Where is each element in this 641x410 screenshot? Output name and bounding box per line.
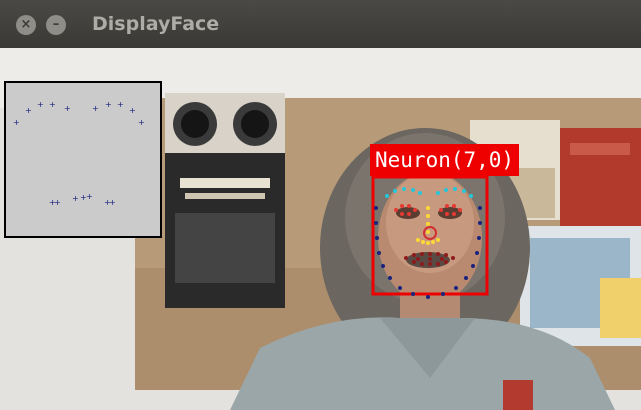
svg-text:+: + xyxy=(138,118,145,127)
app-window: × – DisplayFace Neuron(7,0) + + + + + + … xyxy=(0,0,641,410)
svg-text:+: + xyxy=(37,100,44,109)
svg-text:+: + xyxy=(13,118,20,127)
svg-text:+: + xyxy=(25,106,32,115)
svg-text:+: + xyxy=(54,198,61,207)
svg-text:+: + xyxy=(49,100,56,109)
svg-text:+: + xyxy=(64,104,71,113)
svg-text:+: + xyxy=(109,198,116,207)
preview-mouth-points: ++ + + + ++ xyxy=(49,192,116,207)
svg-text:+: + xyxy=(117,100,124,109)
title-bar[interactable]: × – DisplayFace xyxy=(0,0,641,48)
svg-text:+: + xyxy=(92,104,99,113)
preview-brow-points: +++ + + + + + ++ xyxy=(13,100,145,127)
close-button[interactable]: × xyxy=(16,15,36,35)
poster-speakers xyxy=(165,93,285,308)
svg-text:+: + xyxy=(86,192,93,201)
svg-text:+: + xyxy=(72,194,79,203)
svg-text:+: + xyxy=(129,106,136,115)
detection-label: Neuron(7,0) xyxy=(370,144,520,176)
minimize-button[interactable]: – xyxy=(46,15,66,35)
window-title: DisplayFace xyxy=(92,13,220,35)
landmark-preview-panel: + + + + + + + + + + + + + + + + + xyxy=(4,81,162,238)
svg-text:+: + xyxy=(105,100,112,109)
